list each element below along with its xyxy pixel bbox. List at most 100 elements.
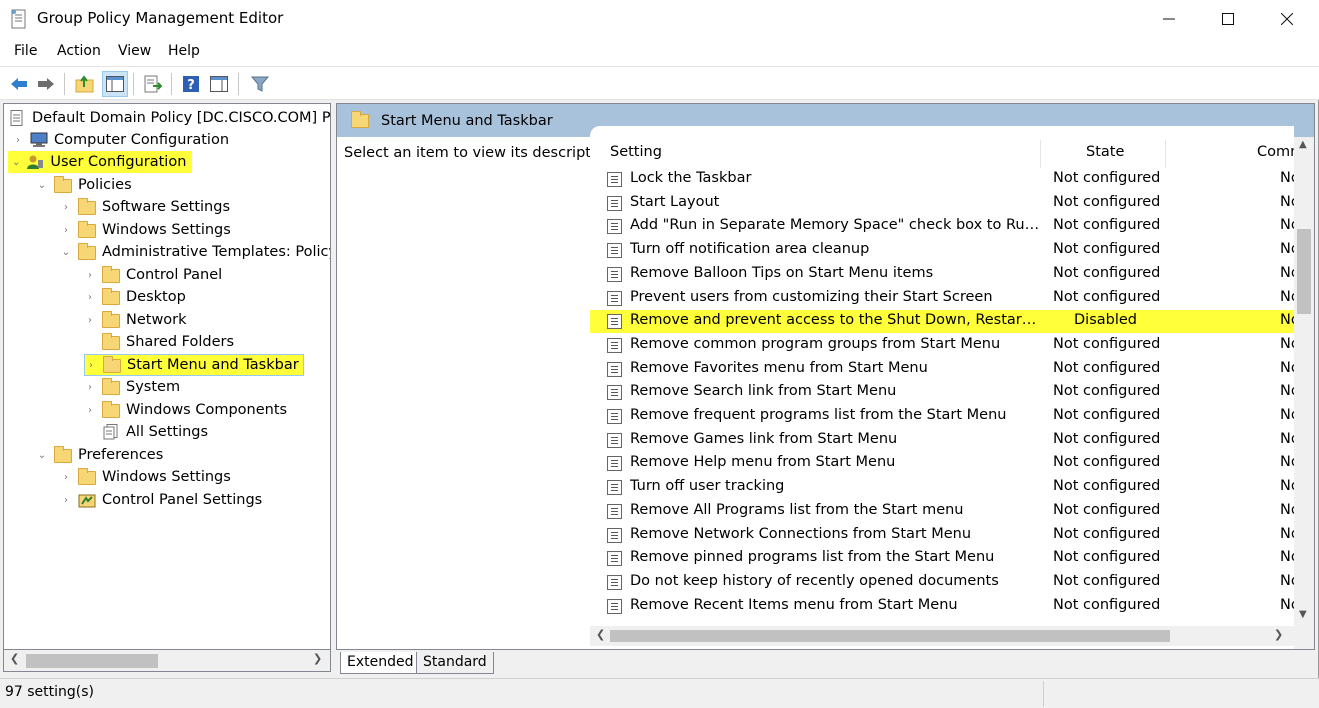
column-header-comment[interactable]: Comm <box>1257 144 1294 160</box>
toolbar: ? <box>0 66 1319 100</box>
scroll-thumb[interactable] <box>1297 229 1311 314</box>
chevron-down-icon[interactable]: ⌄ <box>60 247 72 258</box>
column-header-state[interactable]: State <box>1086 144 1124 160</box>
setting-row[interactable]: Prevent users from customizing their Sta… <box>590 287 1294 310</box>
setting-row[interactable]: Remove common program groups from Start … <box>590 334 1294 357</box>
setting-row[interactable]: Remove Balloon Tips on Start Menu items N… <box>590 263 1294 286</box>
tree-item-system[interactable]: › System <box>84 376 180 398</box>
tree-label: Policies <box>78 177 132 193</box>
tree-item-administrative-templates[interactable]: ⌄ Administrative Templates: Policy de <box>60 241 330 263</box>
column-divider[interactable] <box>1165 140 1166 168</box>
tree-label: Shared Folders <box>126 334 235 350</box>
chevron-right-icon[interactable]: › <box>84 270 96 281</box>
setting-row[interactable]: Do not keep history of recently opened d… <box>590 571 1294 594</box>
tree-label: Desktop <box>126 289 186 305</box>
forward-button[interactable] <box>33 71 59 97</box>
menu-action[interactable]: Action <box>57 43 101 59</box>
menu-file[interactable]: File <box>14 43 37 59</box>
tab-extended[interactable]: Extended <box>340 652 421 674</box>
setting-name: Turn off user tracking <box>630 478 785 495</box>
policy-setting-icon <box>607 195 622 211</box>
list-horizontal-scrollbar[interactable]: ❮ ❯ <box>590 626 1294 646</box>
scroll-right-icon[interactable]: ❯ <box>1274 628 1283 641</box>
tree-item-windows-components[interactable]: › Windows Components <box>84 399 287 421</box>
setting-row[interactable]: Remove and prevent access to the Shut Do… <box>590 310 1294 334</box>
menu-view[interactable]: View <box>118 43 151 59</box>
tree-item-shared-folders[interactable]: Shared Folders <box>102 331 234 353</box>
tree-item-computer-configuration[interactable]: › Computer Configuration <box>12 129 229 151</box>
tree-horizontal-scrollbar[interactable]: ❮ ❯ <box>3 650 331 672</box>
setting-row[interactable]: Remove pinned programs list from the Sta… <box>590 547 1294 570</box>
setting-comment: No <box>1280 430 1294 447</box>
tree-item-windows-settings[interactable]: › Windows Settings <box>60 219 231 241</box>
filter-button[interactable] <box>247 71 273 97</box>
policy-setting-icon <box>607 385 622 401</box>
tree-item-control-panel-settings[interactable]: › Control Panel Settings <box>60 489 262 511</box>
maximize-button[interactable] <box>1199 0 1257 38</box>
tree-item-software-settings[interactable]: › Software Settings <box>60 196 230 218</box>
column-header-setting[interactable]: Setting <box>610 144 662 160</box>
setting-row[interactable]: Lock the Taskbar Not configured No <box>590 168 1294 191</box>
chevron-right-icon[interactable]: › <box>84 315 96 326</box>
setting-row[interactable]: Remove Games link from Start Menu Not con… <box>590 429 1294 452</box>
tree-item-desktop[interactable]: › Desktop <box>84 286 186 308</box>
setting-row[interactable]: Start Layout Not configured No <box>590 192 1294 215</box>
chevron-down-icon[interactable]: ⌄ <box>36 450 48 461</box>
setting-row[interactable]: Remove frequent programs list from the S… <box>590 405 1294 428</box>
setting-row[interactable]: Add "Run in Separate Memory Space" check… <box>590 215 1294 238</box>
close-button[interactable] <box>1258 0 1316 38</box>
setting-row[interactable]: Remove Favorites menu from Start Menu Not… <box>590 358 1294 381</box>
menu-help[interactable]: Help <box>168 43 200 59</box>
chevron-right-icon[interactable]: › <box>60 202 72 213</box>
chevron-right-icon[interactable]: › <box>85 360 97 371</box>
setting-row[interactable]: Remove Network Connections from Start Me… <box>590 524 1294 547</box>
setting-name: Start Layout <box>630 193 720 210</box>
details-pane: Start Menu and Taskbar Select an item to… <box>336 103 1315 650</box>
scroll-thumb[interactable] <box>610 630 1170 642</box>
chevron-right-icon[interactable]: › <box>12 135 24 146</box>
list-vertical-scrollbar[interactable]: ▲ ▼ <box>1294 137 1314 649</box>
setting-row[interactable]: Remove All Programs list from the Start … <box>590 500 1294 523</box>
chevron-right-icon[interactable]: › <box>84 405 96 416</box>
tree-item-start-menu-and-taskbar[interactable]: › Start Menu and Taskbar <box>84 354 304 376</box>
show-hide-action-pane-button[interactable] <box>206 71 232 97</box>
tree-item-preferences[interactable]: ⌄ Preferences <box>36 444 163 466</box>
tree-item-user-configuration[interactable]: ⌄ User Configuration <box>8 151 192 173</box>
back-button[interactable] <box>6 71 32 97</box>
setting-name: Remove All Programs list from the Start … <box>630 501 964 518</box>
scroll-right-icon[interactable]: ❯ <box>313 652 322 665</box>
tab-standard[interactable]: Standard <box>416 652 494 674</box>
tree-item-control-panel[interactable]: › Control Panel <box>84 264 222 286</box>
chevron-right-icon[interactable]: › <box>84 382 96 393</box>
column-divider[interactable] <box>1040 140 1041 168</box>
toolbar-separator <box>238 73 239 95</box>
scroll-up-icon[interactable]: ▲ <box>1299 139 1307 150</box>
tree-root[interactable]: Default Domain Policy [DC.CISCO.COM] Pol… <box>8 107 330 129</box>
setting-row[interactable]: Remove Recent Items menu from Start Menu… <box>590 595 1294 618</box>
scroll-left-icon[interactable]: ❮ <box>596 628 605 641</box>
tree-item-network[interactable]: › Network <box>84 309 187 331</box>
help-button[interactable]: ? <box>178 71 204 97</box>
scroll-thumb[interactable] <box>26 654 158 668</box>
tree-item-preferences-windows-settings[interactable]: › Windows Settings <box>60 466 231 488</box>
tree-item-policies[interactable]: ⌄ Policies <box>36 174 132 196</box>
scroll-down-icon[interactable]: ▼ <box>1299 609 1307 620</box>
setting-row[interactable]: Remove Help menu from Start Menu Not conf… <box>590 452 1294 475</box>
chevron-right-icon[interactable]: › <box>60 495 72 506</box>
control-panel-settings-icon <box>78 494 96 508</box>
chevron-right-icon[interactable]: › <box>60 225 72 236</box>
chevron-down-icon[interactable]: ⌄ <box>12 157 20 168</box>
export-list-button[interactable] <box>140 71 166 97</box>
minimize-button[interactable] <box>1140 0 1198 38</box>
tree-item-all-settings[interactable]: All Settings <box>102 421 208 443</box>
scroll-left-icon[interactable]: ❮ <box>10 652 19 665</box>
setting-name: Remove Search link from Start Menu <box>630 383 897 400</box>
chevron-down-icon[interactable]: ⌄ <box>36 180 48 191</box>
chevron-right-icon[interactable]: › <box>84 292 96 303</box>
setting-row[interactable]: Turn off notification area cleanup Not co… <box>590 239 1294 262</box>
chevron-right-icon[interactable]: › <box>60 472 72 483</box>
setting-row[interactable]: Remove Search link from Start Menu Not co… <box>590 381 1294 404</box>
setting-row[interactable]: Turn off user tracking Not configured No <box>590 476 1294 499</box>
up-one-level-button[interactable] <box>72 71 98 97</box>
show-hide-console-tree-button[interactable] <box>102 71 128 97</box>
